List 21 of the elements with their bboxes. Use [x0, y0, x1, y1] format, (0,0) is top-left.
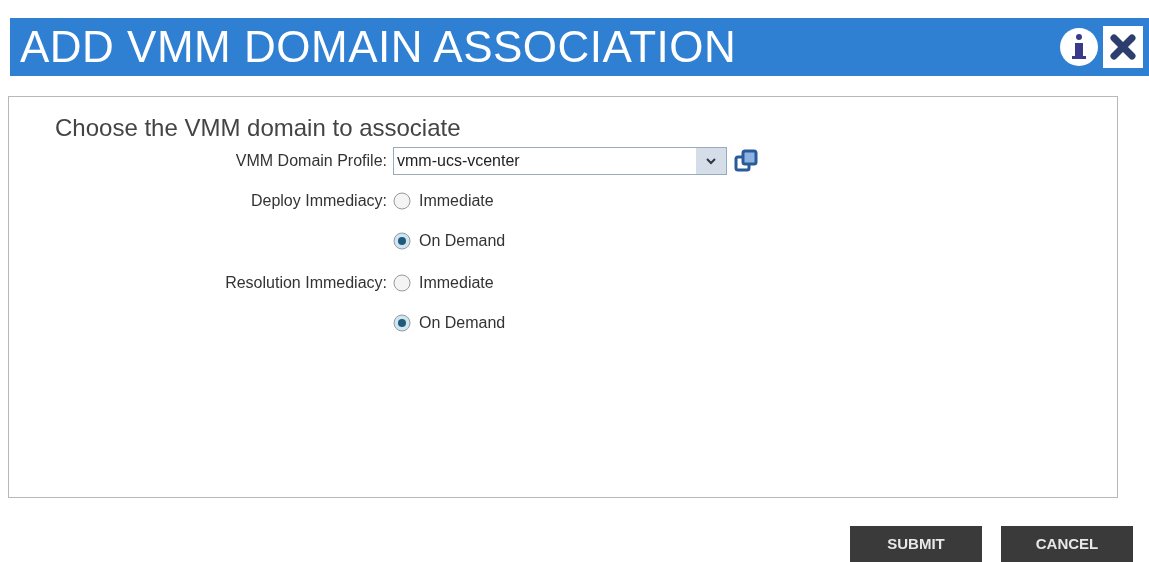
- radio-button[interactable]: [393, 314, 411, 332]
- radio-label[interactable]: Immediate: [419, 189, 494, 213]
- section-heading: Choose the VMM domain to associate: [55, 113, 462, 143]
- radio-button[interactable]: [393, 274, 411, 292]
- window-title: ADD VMM DOMAIN ASSOCIATION: [20, 21, 738, 73]
- field-label: Resolution Immediacy:: [225, 273, 387, 293]
- submit-button[interactable]: SUBMIT: [850, 526, 982, 562]
- field-label: Deploy Immediacy:: [250, 191, 387, 211]
- cancel-button[interactable]: CANCEL: [1001, 526, 1133, 562]
- radio-label[interactable]: Immediate: [419, 271, 494, 295]
- info-icon[interactable]: [1059, 27, 1099, 67]
- radio-button[interactable]: [393, 232, 411, 250]
- close-button[interactable]: [1103, 26, 1143, 68]
- radio-label[interactable]: On Demand: [419, 229, 506, 253]
- caret-icon[interactable]: [696, 148, 726, 174]
- radio-button[interactable]: [393, 192, 411, 210]
- copy-icon[interactable]: [733, 148, 759, 174]
- dropdown-value[interactable]: vmm-ucs-vcenter: [394, 149, 696, 173]
- field-label: VMM Domain Profile:: [235, 151, 387, 171]
- radio-label[interactable]: On Demand: [419, 311, 506, 335]
- domain-profile-dropdown[interactable]: vmm-ucs-vcenter: [393, 147, 727, 175]
